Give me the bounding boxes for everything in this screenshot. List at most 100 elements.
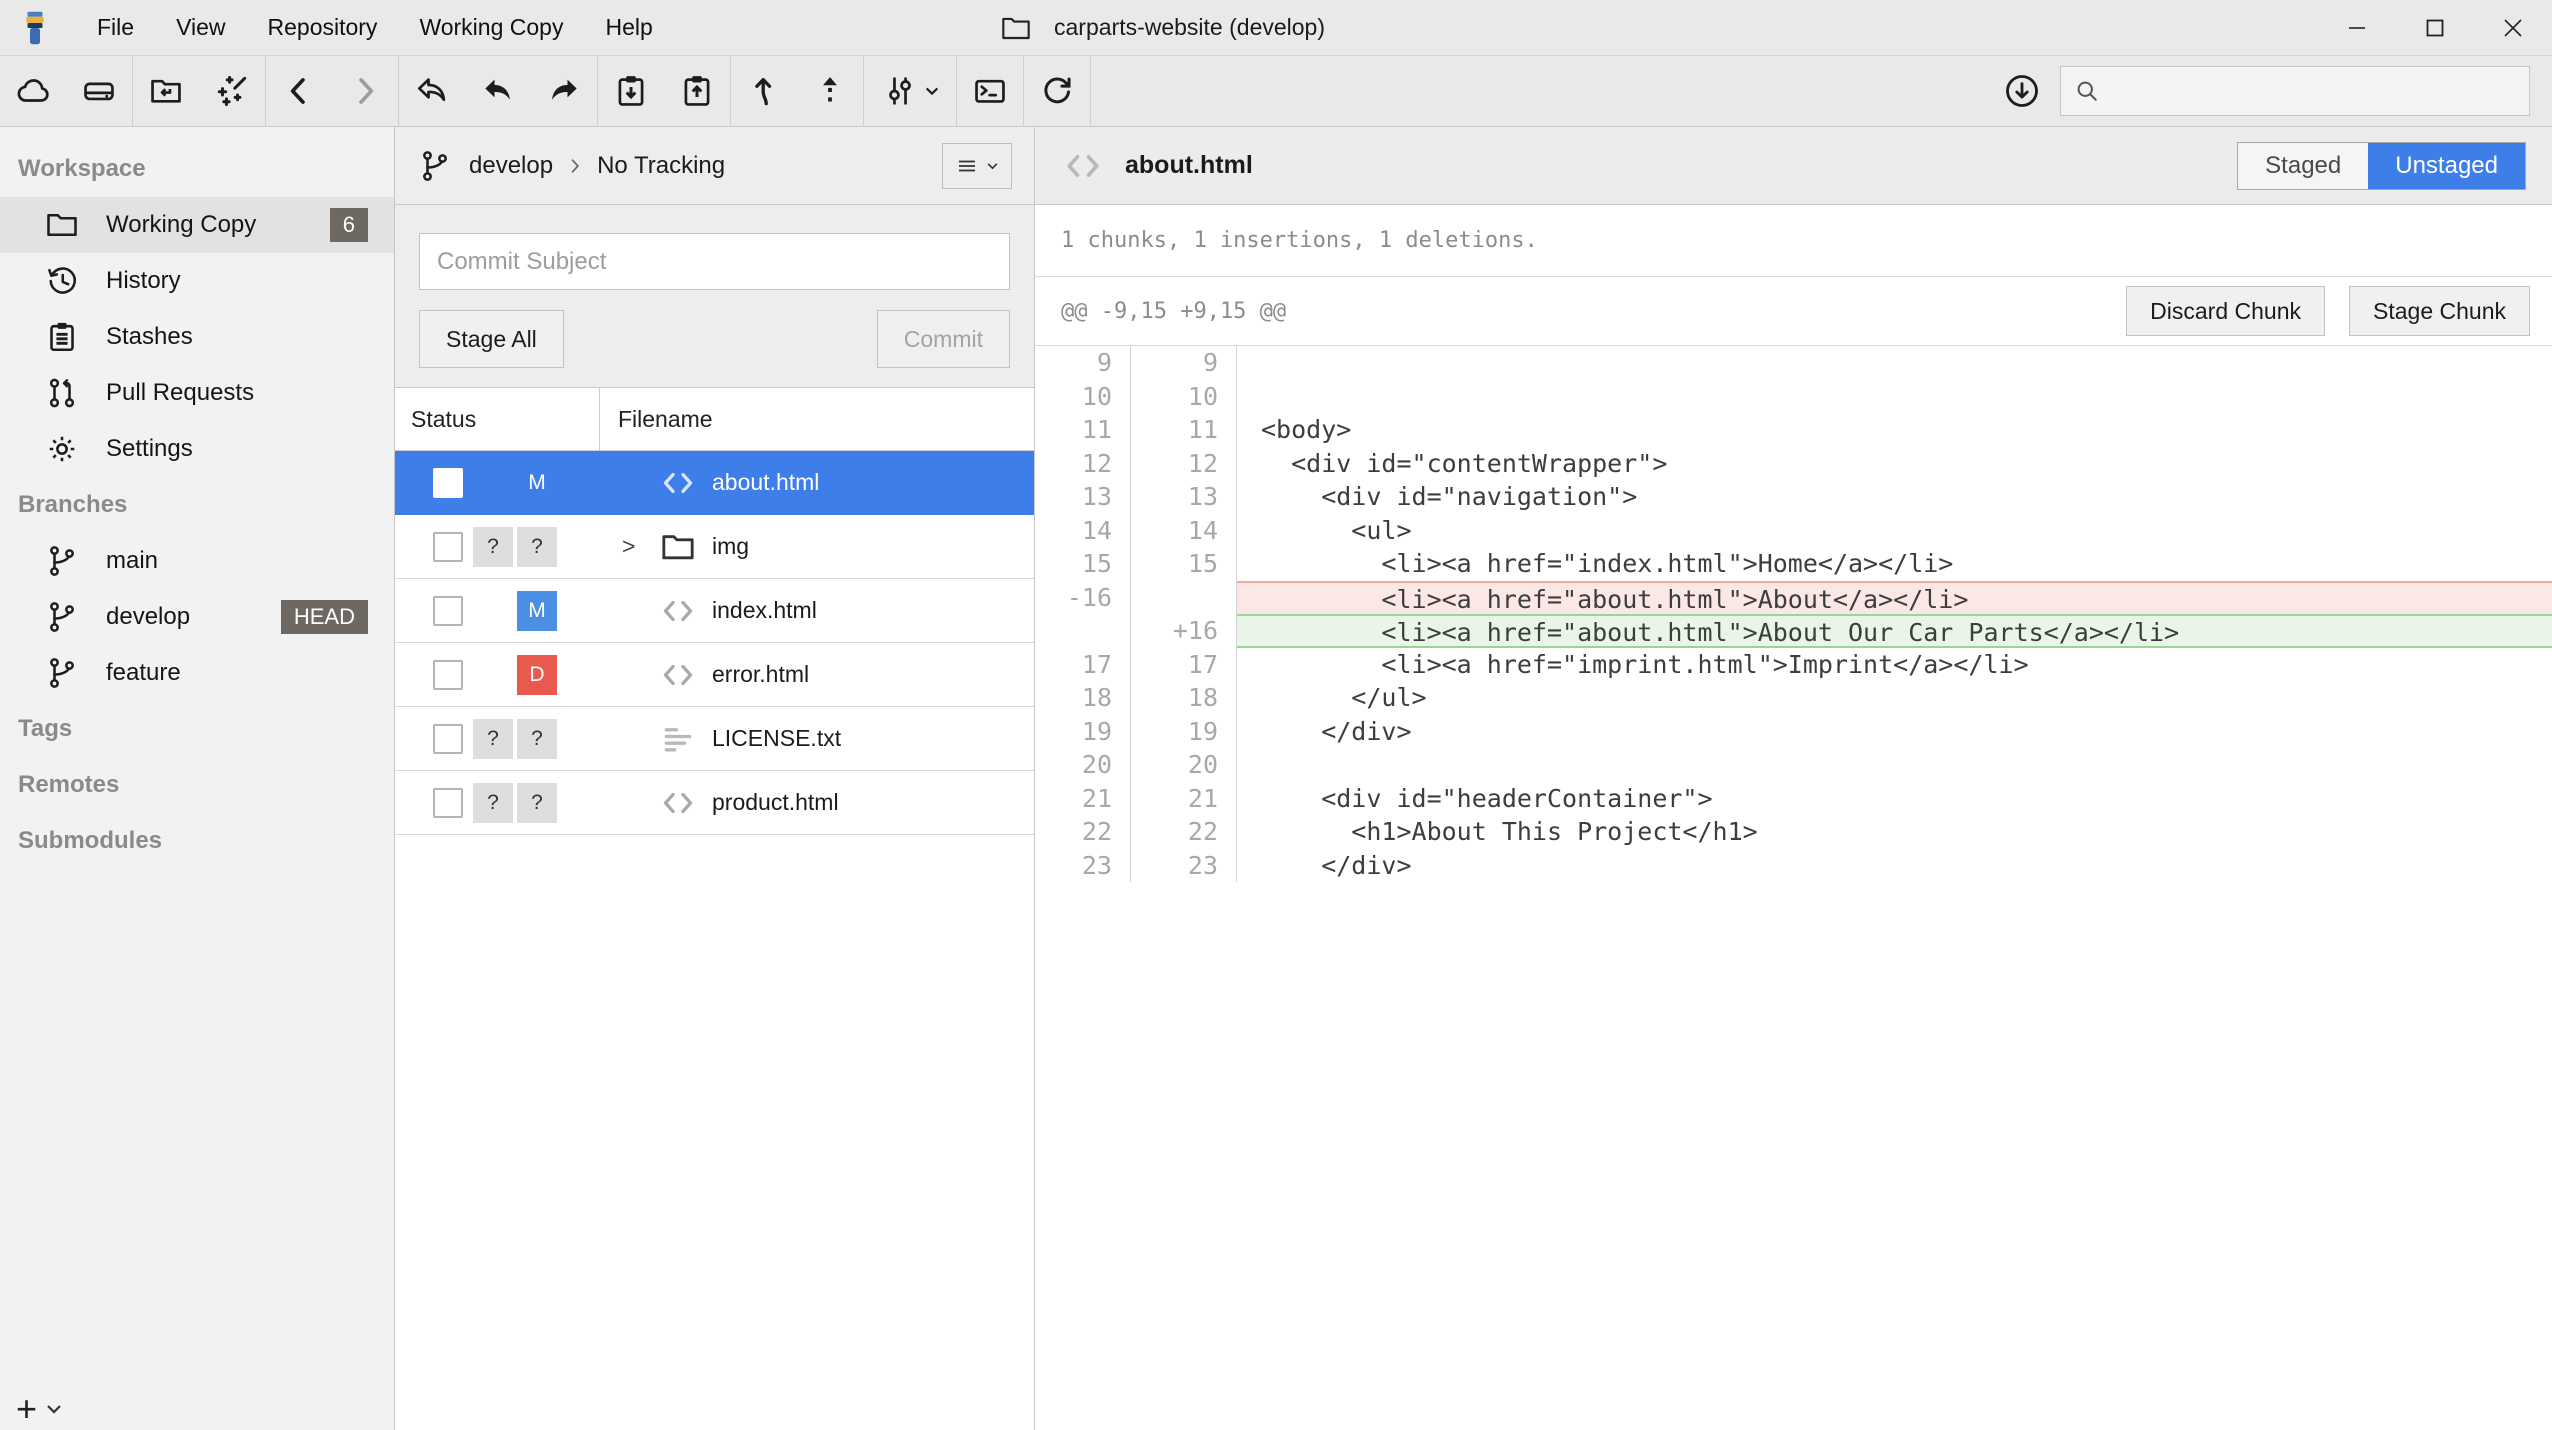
close-icon[interactable] — [2474, 0, 2552, 55]
open-repository-icon[interactable] — [133, 56, 199, 126]
discard-chunk-button[interactable]: Discard Chunk — [2126, 286, 2325, 336]
diff-line[interactable]: 1919 </div> — [1035, 715, 2552, 749]
window-controls — [2318, 0, 2552, 55]
menu-file[interactable]: File — [76, 0, 155, 55]
refresh-icon[interactable] — [1024, 56, 1090, 126]
old-line-number: 12 — [1035, 447, 1131, 481]
search-input[interactable] — [2111, 77, 2517, 106]
file-row[interactable]: Derror.html — [395, 643, 1034, 707]
sidebar-branch-develop[interactable]: develop HEAD — [0, 589, 394, 645]
sidebar-item-pull-requests[interactable]: Pull Requests — [0, 365, 394, 421]
stage-checkbox[interactable] — [433, 724, 463, 754]
tab-staged[interactable]: Staged — [2238, 143, 2368, 189]
sidebar-item-history[interactable]: History — [0, 253, 394, 309]
commit-options-menu-button[interactable] — [942, 143, 1012, 189]
stash-apply-icon[interactable] — [664, 56, 730, 126]
cloud-icon[interactable] — [0, 56, 66, 126]
diff-line[interactable]: -16 <li><a href="about.html">About</a></… — [1035, 581, 2552, 615]
commit-subject-input[interactable] — [419, 233, 1010, 290]
arrow-curve-left-outline-icon[interactable] — [399, 56, 465, 126]
new-line-number: 11 — [1131, 413, 1237, 447]
minimize-icon[interactable] — [2318, 0, 2396, 55]
diff-line[interactable]: 1010 — [1035, 380, 2552, 414]
new-line-number: 10 — [1131, 380, 1237, 414]
menu-view[interactable]: View — [155, 0, 246, 55]
line-text: <body> — [1237, 413, 2552, 447]
sidebar-item-settings[interactable]: Settings — [0, 421, 394, 477]
sidebar-branch-main[interactable]: main — [0, 533, 394, 589]
search-icon — [2073, 77, 2101, 105]
file-row-status-cell: D — [395, 655, 600, 695]
file-row[interactable]: Mindex.html — [395, 579, 1034, 643]
sidebar: Workspace Working Copy 6 History Stashes — [0, 127, 395, 1430]
stage-checkbox[interactable] — [433, 468, 463, 498]
rebase-icon[interactable] — [797, 56, 863, 126]
stash-save-icon[interactable] — [598, 56, 664, 126]
diff-line[interactable]: 1414 <ul> — [1035, 514, 2552, 548]
status-badge: ? — [473, 527, 513, 567]
toolbar — [0, 56, 2552, 127]
diff-line[interactable]: 2020 — [1035, 748, 2552, 782]
diff-line[interactable]: 2323 </div> — [1035, 849, 2552, 883]
status-column-header[interactable]: Status — [395, 388, 600, 450]
expand-chevron-icon[interactable]: > — [622, 533, 658, 560]
file-name: index.html — [712, 597, 817, 624]
stage-checkbox[interactable] — [433, 788, 463, 818]
diff-line[interactable]: 1515 <li><a href="index.html">Home</a></… — [1035, 547, 2552, 581]
file-row[interactable]: Mabout.html — [395, 451, 1034, 515]
fetch-icon[interactable] — [2002, 71, 2042, 111]
tracking-status-label[interactable]: No Tracking — [597, 152, 725, 180]
stage-chunk-button[interactable]: Stage Chunk — [2349, 286, 2530, 336]
filename-column-header[interactable]: Filename — [600, 388, 1034, 450]
magic-wand-icon[interactable] — [199, 56, 265, 126]
stage-checkbox[interactable] — [433, 596, 463, 626]
file-row-name-cell: error.html — [600, 655, 1034, 695]
menu-repository[interactable]: Repository — [247, 0, 399, 55]
diff-line[interactable]: 99 — [1035, 346, 2552, 380]
menu-working-copy[interactable]: Working Copy — [398, 0, 584, 55]
diff-line[interactable]: 1717 <li><a href="imprint.html">Imprint<… — [1035, 648, 2552, 682]
file-row[interactable]: ?? product.html — [395, 771, 1034, 835]
diff-line[interactable]: 1818 </ul> — [1035, 681, 2552, 715]
remotes-section-header[interactable]: Remotes — [0, 757, 394, 813]
branch-icon — [417, 148, 453, 184]
sidebar-item-working-copy[interactable]: Working Copy 6 — [0, 197, 394, 253]
file-name: product.html — [712, 789, 839, 816]
diff-line[interactable]: 2222 <h1>About This Project</h1> — [1035, 815, 2552, 849]
submodules-section-header[interactable]: Submodules — [0, 813, 394, 869]
clipboard-icon — [44, 319, 80, 355]
diff-line[interactable]: 2121 <div id="headerContainer"> — [1035, 782, 2552, 816]
sidebar-item-stashes[interactable]: Stashes — [0, 309, 394, 365]
maximize-icon[interactable] — [2396, 0, 2474, 55]
diff-line[interactable]: 1111<body> — [1035, 413, 2552, 447]
status-badge: ? — [473, 783, 513, 823]
line-text: <div id="headerContainer"> — [1237, 782, 2552, 816]
sidebar-branch-feature[interactable]: feature — [0, 645, 394, 701]
file-name: img — [712, 533, 749, 560]
old-line-number: 10 — [1035, 380, 1131, 414]
chevron-down-icon — [45, 1402, 63, 1416]
file-row-status-cell: ?? — [395, 783, 600, 823]
diff-line[interactable]: 1212 <div id="contentWrapper"> — [1035, 447, 2552, 481]
hamburger-menu-icon — [955, 154, 979, 178]
file-row-status-cell: ?? — [395, 527, 600, 567]
file-row[interactable]: ?? > img — [395, 515, 1034, 579]
file-row[interactable]: ??LICENSE.txt — [395, 707, 1034, 771]
commit-graph-icon[interactable] — [864, 56, 956, 126]
diff-line[interactable]: 1313 <div id="navigation"> — [1035, 480, 2552, 514]
stage-checkbox[interactable] — [433, 660, 463, 690]
stage-all-button[interactable]: Stage All — [419, 310, 564, 368]
tags-section-header[interactable]: Tags — [0, 701, 394, 757]
arrow-curve-left-filled-icon[interactable] — [465, 56, 531, 126]
local-drive-icon[interactable] — [66, 56, 132, 126]
menu-help[interactable]: Help — [584, 0, 673, 55]
arrow-curve-right-filled-icon[interactable] — [531, 56, 597, 126]
diff-line[interactable]: +16 <li><a href="about.html">About Our C… — [1035, 614, 2552, 648]
merge-icon[interactable] — [731, 56, 797, 126]
current-branch-label[interactable]: develop — [469, 152, 553, 180]
add-repository-button[interactable]: + — [16, 1394, 63, 1424]
tab-unstaged[interactable]: Unstaged — [2368, 143, 2525, 189]
terminal-icon[interactable] — [957, 56, 1023, 126]
stage-checkbox[interactable] — [433, 532, 463, 562]
back-icon[interactable] — [266, 56, 332, 126]
